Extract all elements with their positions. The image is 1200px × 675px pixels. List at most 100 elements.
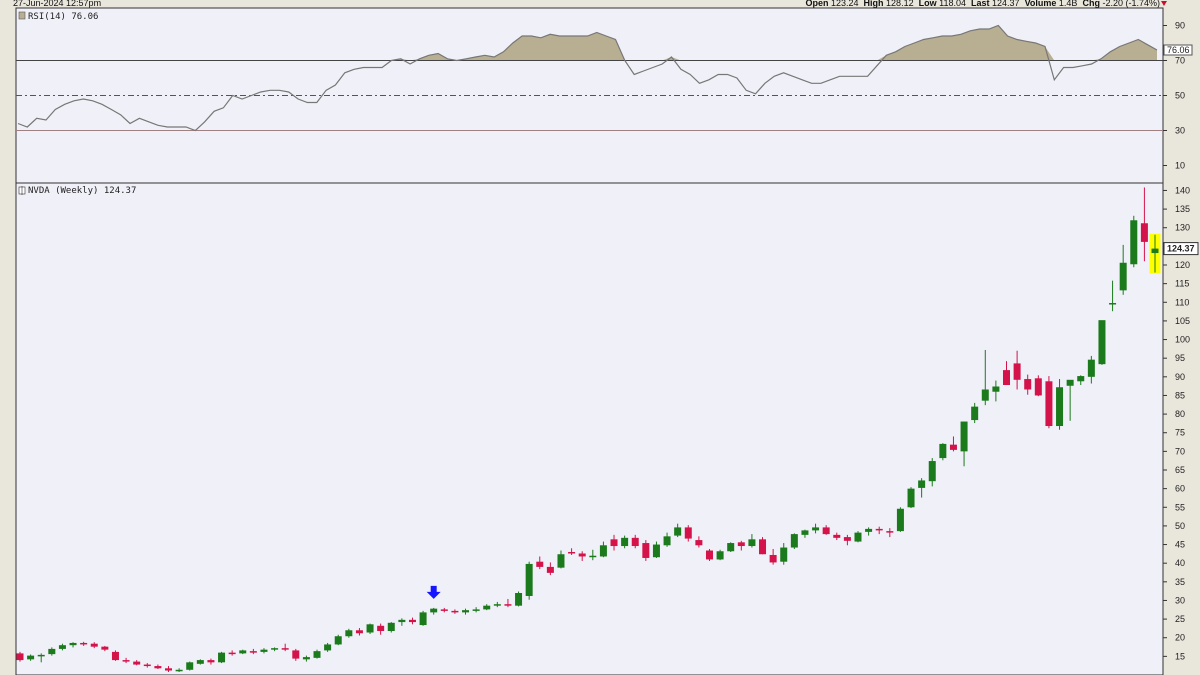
candle-body [525,563,533,596]
candle-body [875,528,883,531]
candle-body [1098,320,1106,365]
candle-body [143,664,151,667]
candle-body [1109,303,1117,305]
candle [186,661,194,671]
candle-body [727,543,735,552]
price-tick-label: 75 [1175,428,1185,438]
price-tick-label: 105 [1175,316,1190,326]
candle-body [769,554,777,563]
candle-body [154,666,162,669]
price-tick-label: 95 [1175,353,1185,363]
rsi-tick-label: 70 [1175,56,1185,66]
candle-body [1002,370,1010,386]
candle-body [1056,387,1064,427]
candle-body [790,534,798,548]
candle-body [186,662,194,670]
candle [716,549,724,561]
price-tick-label: 90 [1175,372,1185,382]
candle-body [122,660,130,662]
candle-body [812,527,820,531]
candle-body [949,444,957,450]
candle-body [748,539,756,547]
candle-body [939,443,947,459]
candle-body [1024,379,1032,390]
candle-body [1119,262,1127,291]
candle [896,507,904,532]
candle-body [398,619,406,623]
candle-body [854,532,862,542]
candle-body [843,537,851,541]
candle-body [1077,376,1085,382]
candle-body [451,610,459,613]
candle-body [981,389,989,401]
candle-body [419,612,427,626]
candle-body [515,593,523,606]
candle-body [536,561,544,567]
candle-body [334,636,342,645]
candle-body [695,540,703,546]
price-tick-label: 60 [1175,484,1185,494]
price-tick-label: 135 [1175,204,1190,214]
candle-body [642,543,650,558]
candle-body [801,530,809,535]
candle-body [1087,359,1095,377]
candle [419,610,427,626]
candle-body [557,554,565,568]
candle-body [896,508,904,532]
candle-body [387,622,395,632]
price-tick-label: 140 [1175,185,1190,195]
price-tick-label: 130 [1175,223,1190,233]
candle-body [165,668,173,671]
candle-body [175,669,183,672]
price-tick-label: 80 [1175,409,1185,419]
candle [1045,376,1053,429]
candle-body [271,648,279,650]
candle-body [1140,223,1148,242]
candle-body [1151,248,1159,254]
price-tick-label: 25 [1175,614,1185,624]
candle-body [292,650,300,659]
price-tick-label: 40 [1175,558,1185,568]
price-tick-label: 85 [1175,390,1185,400]
candle-body [610,539,618,547]
price-tick-label: 35 [1175,577,1185,587]
candle [1034,375,1042,397]
candle-body [589,555,597,558]
candle-body [313,651,321,658]
rsi-legend-swatch [18,11,26,20]
candle-body [228,652,236,655]
candle-body [1034,378,1042,396]
price-tick-label: 115 [1175,279,1189,289]
candle-body [631,537,639,547]
price-tick-label: 45 [1175,540,1185,550]
price-panel: 15 20 25 30 35 40 45 50 55 60 65 70 75 80 85 90 95 100 105… [15,182,1199,675]
price-title: NVDA (Weekly) 124.37 [28,186,136,196]
candle-body [1066,379,1074,386]
price-tick-label: 15 [1175,651,1185,661]
candle [790,533,798,550]
candle [705,549,713,561]
candle-body [960,421,968,452]
candle [1130,215,1138,268]
candle [111,650,119,661]
candle-body [345,630,353,637]
candle [939,443,947,461]
price-tick-label: 65 [1175,465,1185,475]
candle-body [260,649,268,652]
candle-body [377,625,385,632]
rsi-title: RSI(14) 76.06 [28,12,98,22]
candle-body [58,645,66,649]
rsi-last-value: 76.06 [1167,45,1190,55]
candle-body [822,527,830,535]
candle-body [48,648,56,655]
candle-body [37,654,45,657]
candle-body [440,609,448,611]
candle-body [568,552,576,554]
candle-body [196,660,204,664]
candle-body [80,642,88,645]
candle-body [971,406,979,421]
candle-body [865,528,873,532]
price-tick-label: 70 [1175,446,1185,456]
candle-body [249,651,257,653]
candle-body [218,652,226,663]
